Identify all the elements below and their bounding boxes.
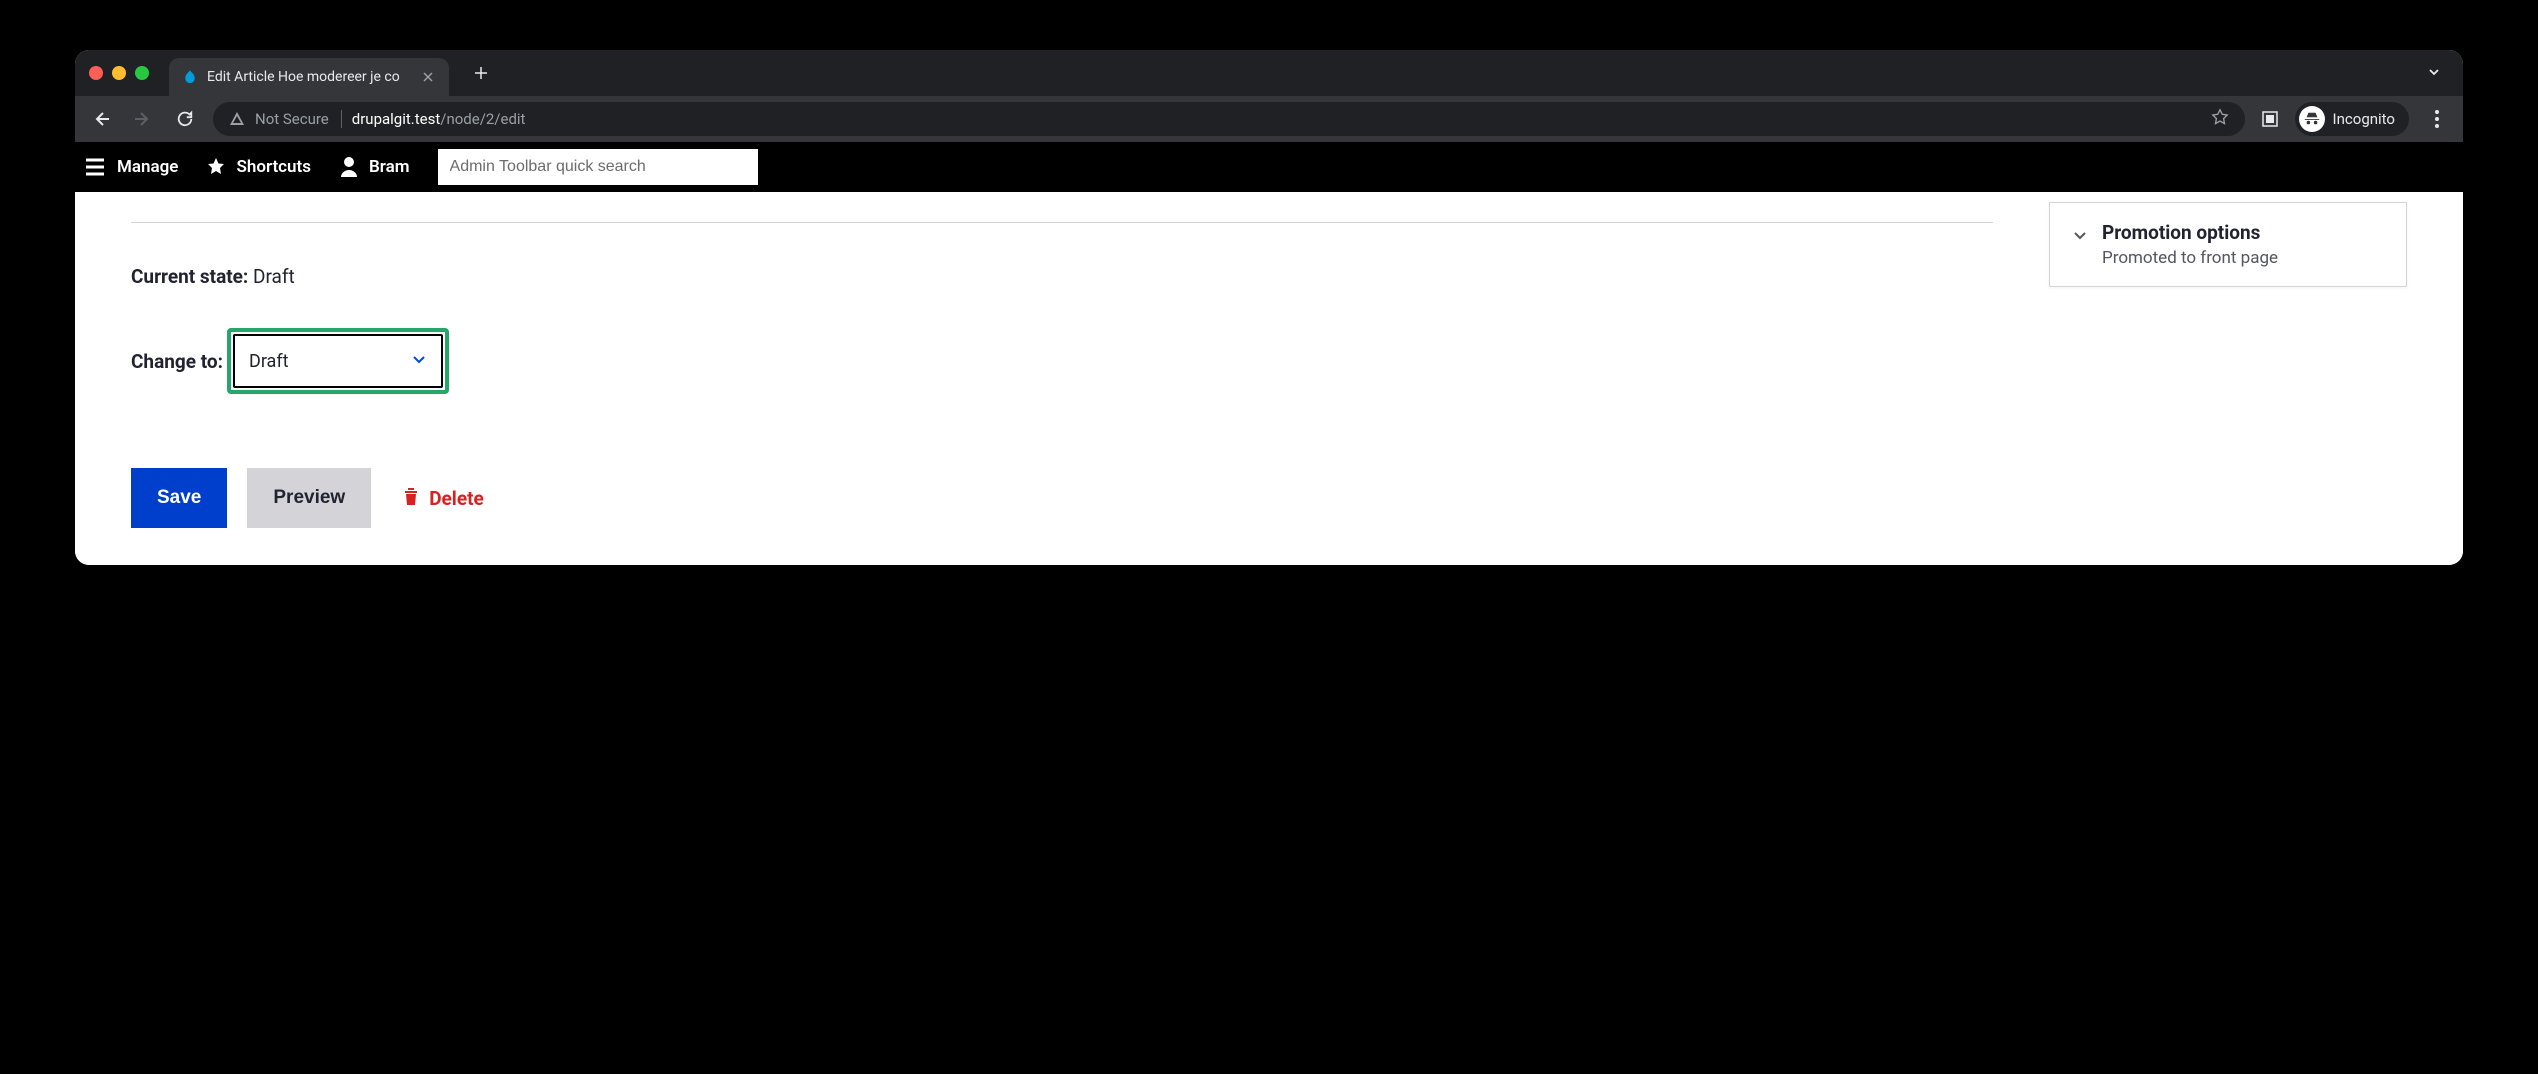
address-bar: Not Secure drupalgit.test/node/2/edit In… [75,96,2463,142]
incognito-badge[interactable]: Incognito [2295,102,2409,136]
sidebar: Promotion options Promoted to front page [2049,192,2463,565]
back-button[interactable] [87,105,115,133]
user-menu[interactable]: Bram [339,156,410,178]
window-maximize-button[interactable] [135,66,149,80]
current-state-value: Draft [253,265,295,288]
delete-label: Delete [429,487,484,510]
hamburger-icon [83,155,107,179]
action-buttons: Save Preview Delete [131,468,1993,528]
admin-toolbar: Manage Shortcuts Bram [75,142,2463,192]
select-value: Draft [249,351,289,372]
tab-bar: Edit Article Hoe modereer je co [75,50,2463,96]
user-label: Bram [369,157,410,177]
manage-menu[interactable]: Manage [83,155,178,179]
manage-label: Manage [117,157,178,177]
new-tab-button[interactable] [467,59,495,87]
extensions-icon[interactable] [2259,108,2281,130]
window-close-button[interactable] [89,66,103,80]
tab-title: Edit Article Hoe modereer je co [207,69,411,85]
browser-menu-icon[interactable] [2423,110,2451,128]
reload-button[interactable] [171,105,199,133]
drupal-favicon-icon [181,68,199,86]
trash-icon [403,487,419,510]
browser-tab[interactable]: Edit Article Hoe modereer je co [169,58,449,96]
preview-button[interactable]: Preview [247,468,371,528]
current-state-label: Current state: [131,265,248,288]
main-content: Current state: Draft Change to: Draft Sa… [75,192,2049,565]
change-to-row: Change to: Draft [131,328,1993,394]
chevron-down-icon [2072,227,2088,247]
star-icon [206,157,226,177]
admin-search-input[interactable] [438,149,758,185]
user-icon [339,156,359,178]
incognito-label: Incognito [2333,110,2395,128]
shortcuts-label: Shortcuts [236,157,311,177]
delete-link[interactable]: Delete [403,487,484,510]
incognito-icon [2299,106,2325,132]
tabs-dropdown-icon[interactable] [2419,64,2449,83]
divider [131,222,1993,223]
security-label: Not Secure [255,110,342,128]
not-secure-icon [229,111,245,127]
url-text: drupalgit.test/node/2/edit [352,110,526,128]
accordion-content: Promotion options Promoted to front page [2102,221,2384,268]
save-button[interactable]: Save [131,468,227,528]
change-to-label: Change to: [131,350,223,373]
tab-close-icon[interactable] [419,68,437,86]
promotion-options-accordion[interactable]: Promotion options Promoted to front page [2049,202,2407,287]
forward-button[interactable] [129,105,157,133]
promotion-title: Promotion options [2102,221,2384,244]
chevron-down-icon [411,351,427,371]
shortcuts-menu[interactable]: Shortcuts [206,157,311,177]
promotion-summary: Promoted to front page [2102,248,2384,268]
url-field[interactable]: Not Secure drupalgit.test/node/2/edit [213,102,2245,136]
traffic-lights [89,66,149,80]
moderation-state-select-focus-ring: Draft [227,328,449,394]
moderation-state-select[interactable]: Draft [233,334,443,388]
browser-window: Edit Article Hoe modereer je co Not Secu… [75,50,2463,565]
current-state-row: Current state: Draft [131,265,1993,288]
bookmark-icon[interactable] [2211,108,2229,130]
window-minimize-button[interactable] [112,66,126,80]
content-area: Current state: Draft Change to: Draft Sa… [75,192,2463,565]
